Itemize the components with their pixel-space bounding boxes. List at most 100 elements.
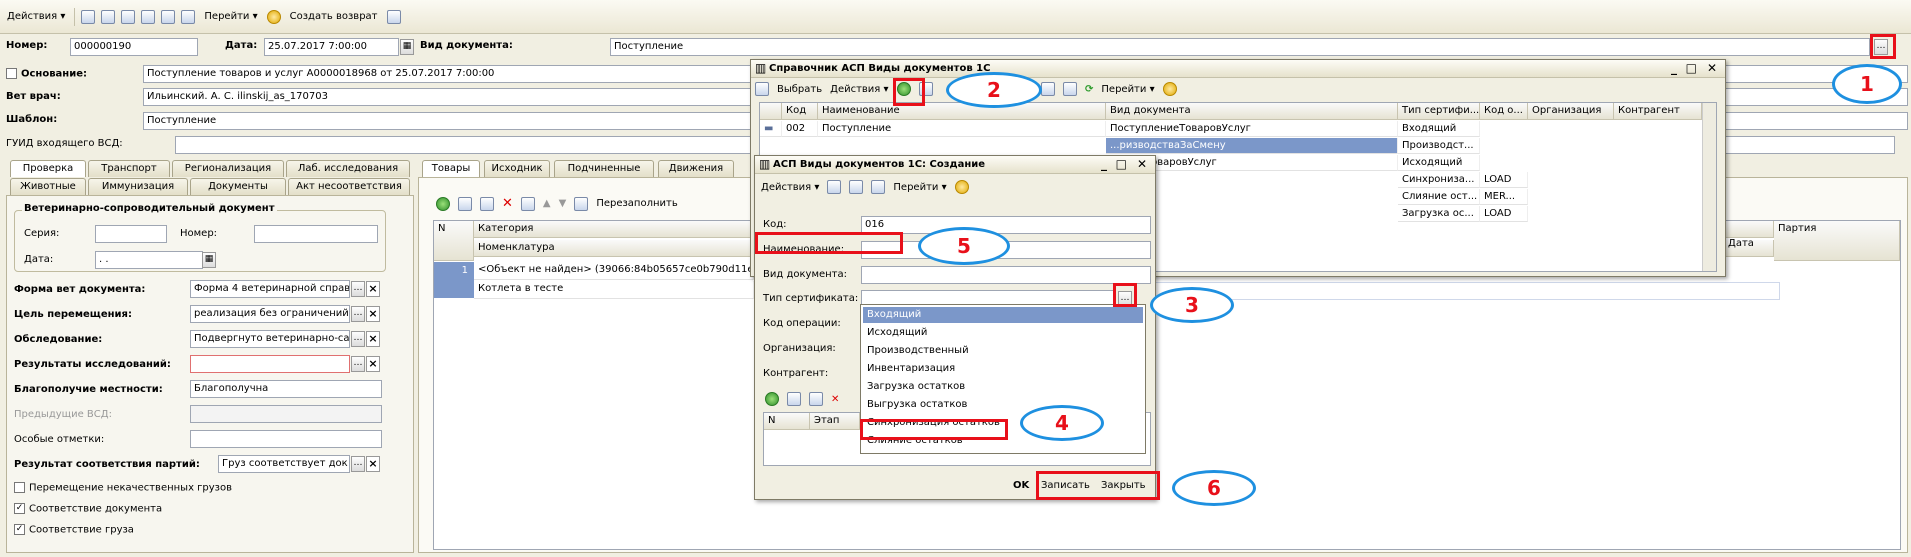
copy-row-icon[interactable] [458, 196, 472, 211]
create-help-icon[interactable] [954, 180, 969, 194]
cert-option[interactable]: Исходящий [863, 325, 1143, 341]
notes-field[interactable] [190, 430, 382, 448]
cb-doc-conformity[interactable]: ✓ Соответствие документа [14, 503, 162, 515]
tab-nonconformity[interactable]: Акт несоответствия [288, 178, 410, 195]
results-field[interactable] [190, 355, 350, 373]
inspection-clear-button[interactable]: × [366, 331, 380, 347]
cert-option[interactable]: Инвентаризация [863, 361, 1143, 377]
ref-row-code[interactable]: 002 [782, 121, 818, 137]
ref-row-cert[interactable]: Загрузка ос... [1398, 206, 1480, 222]
tab-goods[interactable]: Товары [422, 160, 480, 177]
go-icon[interactable] [181, 9, 196, 24]
add-row-icon[interactable] [436, 196, 450, 211]
ref-maximize-button[interactable]: □ [1686, 62, 1697, 75]
purpose-select-button[interactable]: … [351, 306, 365, 322]
wellbeing-field[interactable]: Благополучна [190, 380, 382, 398]
cb-doc-conformity-box[interactable]: ✓ [14, 503, 25, 514]
form-field[interactable]: Форма 4 ветеринарной справк [190, 280, 350, 298]
goods-row-object[interactable]: <Объект не найден> (39066:84b05657ce0b79… [474, 262, 754, 280]
ref-goto-menu[interactable]: Перейти ▾ [1101, 84, 1154, 95]
actions-menu[interactable]: Действия ▾ [4, 7, 68, 27]
tab-lab[interactable]: Лаб. исследования [286, 160, 410, 177]
vsd-calendar-icon[interactable]: ▦ [202, 252, 216, 268]
create-code-field[interactable]: 016 [861, 216, 1151, 234]
results-select-button[interactable]: … [351, 356, 365, 372]
create-save-icon[interactable] [827, 180, 842, 194]
cert-option[interactable]: Входящий [863, 307, 1143, 323]
goods-row-n[interactable]: 1 [434, 262, 474, 298]
tab-immunization[interactable]: Иммунизация [88, 178, 188, 195]
create-actions-menu[interactable]: Действия ▾ [761, 182, 819, 193]
ref-row-cert[interactable]: Синхрониза... [1398, 172, 1480, 188]
conformity-clear-button[interactable]: × [366, 456, 380, 472]
sub-delete-icon[interactable]: ✕ [831, 394, 839, 405]
calendar-icon[interactable]: ▦ [400, 39, 414, 55]
tab-regionalization[interactable]: Регионализация [172, 160, 284, 177]
sub-copy-icon[interactable] [787, 392, 801, 406]
back-icon[interactable] [81, 9, 96, 24]
date-field[interactable]: 25.07.2017 7:00:00 [264, 38, 399, 56]
create-goto-menu[interactable]: Перейти ▾ [893, 182, 946, 193]
structure-icon[interactable] [161, 9, 176, 24]
cb-cargo-conformity-box[interactable]: ✓ [14, 524, 25, 535]
create-doctype-field[interactable] [861, 266, 1151, 284]
inspection-field[interactable]: Подвергнуто ветеринарно-сани [190, 330, 350, 348]
basis-checkbox[interactable] [6, 68, 17, 79]
inspection-select-button[interactable]: … [351, 331, 365, 347]
ref-row-cert[interactable]: Исходящий [1398, 155, 1480, 171]
cert-option[interactable]: Загрузка остатков [863, 379, 1143, 395]
sort-icon[interactable] [574, 196, 589, 211]
conformity-select-button[interactable]: … [351, 456, 365, 472]
form-clear-button[interactable]: × [366, 281, 380, 297]
help-icon[interactable] [266, 9, 281, 24]
tab-transport[interactable]: Транспорт [88, 160, 170, 177]
purpose-field[interactable]: реализация без ограничений [190, 305, 350, 323]
edit-row-icon[interactable] [480, 196, 494, 211]
goto-menu[interactable]: Перейти ▾ [201, 7, 260, 27]
ref-row-cert[interactable]: Входящий [1398, 121, 1480, 137]
cb-poor-quality-box[interactable] [14, 482, 25, 493]
tab-documents[interactable]: Документы [190, 178, 286, 195]
ref-row-doctype[interactable]: ...ризводстваЗаСмену [1106, 138, 1398, 154]
ref-actions-menu[interactable]: Действия ▾ [830, 84, 888, 95]
edit-icon[interactable] [141, 9, 156, 24]
number-field[interactable]: 000000190 [70, 38, 198, 56]
sub-edit-icon[interactable] [809, 392, 823, 406]
create-copy-icon[interactable] [849, 180, 864, 194]
ref-row-opcode[interactable]: LOAD [1480, 206, 1528, 222]
cert-option[interactable]: Производственный [863, 343, 1143, 359]
ref-clear-filter-icon[interactable] [1063, 82, 1077, 96]
tab-movements[interactable]: Движения [658, 160, 734, 177]
create-maximize-button[interactable]: □ [1116, 158, 1127, 171]
ref-filter-icon[interactable] [1041, 82, 1055, 96]
ref-row-cert[interactable]: Производст... [1398, 138, 1480, 154]
ref-minimize-button[interactable]: _ [1671, 62, 1677, 75]
tab-check[interactable]: Проверка [10, 160, 86, 177]
doctype-field[interactable]: Поступление [610, 38, 1870, 56]
ref-row-opcode[interactable]: MER... [1480, 189, 1528, 205]
ref-close-button[interactable]: ✕ [1707, 62, 1717, 75]
create-return-button[interactable]: Создать возврат [287, 7, 381, 27]
tab-subordinate[interactable]: Подчиненные [554, 160, 654, 177]
sub-add-icon[interactable] [765, 392, 779, 406]
tab-animals[interactable]: Животные [10, 178, 86, 195]
tab-source[interactable]: Исходник [484, 160, 550, 177]
move-down-icon[interactable]: ▼ [559, 198, 567, 209]
create-new-icon[interactable] [871, 180, 886, 194]
ref-row-doctype[interactable]: ПоступлениеТоваровУслуг [1106, 121, 1398, 137]
purpose-clear-button[interactable]: × [366, 306, 380, 322]
series-field[interactable] [95, 225, 167, 243]
cert-option[interactable]: Выгрузка остатков [863, 397, 1143, 413]
form-select-button[interactable]: … [351, 281, 365, 297]
ref-row-cert[interactable]: Слияние ост... [1398, 189, 1480, 205]
move-up-icon[interactable]: ▲ [543, 198, 551, 209]
print-icon[interactable] [386, 9, 401, 24]
cb-cargo-conformity[interactable]: ✓ Соответствие груза [14, 524, 134, 536]
results-clear-button[interactable]: × [366, 356, 380, 372]
goods-row-item[interactable]: Котлета в тесте [474, 281, 754, 299]
ref-help-icon[interactable] [1162, 82, 1177, 96]
ref-select-button[interactable]: Выбрать [777, 84, 822, 95]
create-minimize-button[interactable]: _ [1101, 158, 1107, 171]
ref-scrollbar[interactable] [1702, 103, 1716, 271]
conformity-field[interactable]: Груз соответствует док [218, 455, 350, 473]
